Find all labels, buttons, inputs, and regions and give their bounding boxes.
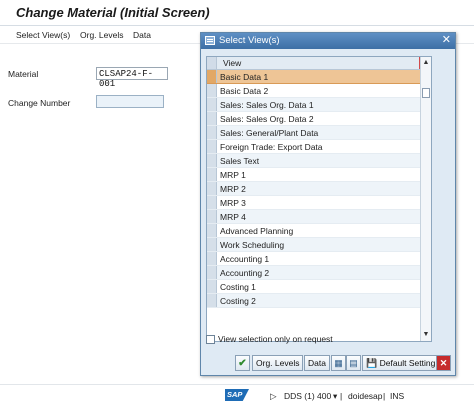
window-icon [205, 36, 215, 45]
cancel-button[interactable]: ✕ [436, 355, 451, 371]
table-row[interactable]: Costing 2 [207, 294, 431, 308]
menu-select-views[interactable]: Select View(s) [16, 30, 70, 40]
table-row[interactable]: Accounting 2 [207, 266, 431, 280]
row-select-box[interactable] [207, 266, 217, 279]
row-select-box[interactable] [207, 140, 217, 153]
play-icon[interactable]: ▷ [270, 391, 277, 402]
views-table: View Basic Data 1 Basic Data 2 Sales: Sale… [206, 56, 432, 342]
title-bar: Change Material (Initial Screen) [0, 0, 474, 26]
data-button[interactable]: Data [304, 355, 330, 371]
vertical-scrollbar[interactable]: ▲ ▼ [420, 57, 431, 341]
table-row[interactable]: Sales: Sales Org. Data 2 [207, 112, 431, 126]
table-body: Basic Data 1 Basic Data 2 Sales: Sales Org… [207, 70, 431, 308]
row-select-box[interactable] [207, 280, 217, 293]
system-dropdown-icon[interactable]: ▾ [333, 391, 337, 402]
status-bar: SAP ▷ DDS (1) 400 ▾ | doidesap | INS [0, 384, 474, 405]
scroll-thumb[interactable] [422, 88, 430, 98]
view-name: Basic Data 2 [220, 86, 269, 96]
view-name: Sales: Sales Org. Data 2 [220, 114, 314, 124]
dialog-title-bar: Select View(s) ✕ [201, 33, 455, 49]
menu-data[interactable]: Data [133, 30, 151, 40]
row-select-box[interactable] [207, 196, 217, 209]
table-row[interactable]: Work Scheduling [207, 238, 431, 252]
status-separator: | [383, 391, 386, 401]
view-name: Basic Data 1 [220, 72, 269, 82]
cancel-icon: ✕ [439, 358, 448, 368]
status-separator: | [340, 391, 343, 401]
view-name: Sales: General/Plant Data [220, 128, 319, 138]
dialog-button-bar: ✔ Org. Levels Data ▦ ▤ 💾 Default Setting… [235, 355, 457, 371]
table-row[interactable]: Sales: Sales Org. Data 1 [207, 98, 431, 112]
row-select-box[interactable] [207, 154, 217, 167]
input-mode: INS [390, 391, 405, 401]
close-icon[interactable]: ✕ [442, 34, 451, 47]
scroll-up-icon[interactable]: ▲ [421, 58, 431, 68]
change-number-label: Change Number [8, 98, 71, 108]
table-row[interactable]: MRP 2 [207, 182, 431, 196]
row-select-box[interactable] [207, 126, 217, 139]
view-name: MRP 2 [220, 184, 246, 194]
row-select-box[interactable] [207, 98, 217, 111]
table-row[interactable]: Foreign Trade: Export Data [207, 140, 431, 154]
material-input[interactable]: CLSAP24-F-001 [96, 67, 168, 89]
row-select-box[interactable] [207, 84, 217, 97]
row-select-box[interactable] [207, 112, 217, 125]
view-name: Foreign Trade: Export Data [220, 142, 323, 152]
ok-button[interactable]: ✔ [235, 355, 250, 371]
row-select-box[interactable] [207, 168, 217, 181]
table-row[interactable]: MRP 4 [207, 210, 431, 224]
dialog-title: Select View(s) [219, 35, 280, 46]
view-name: Work Scheduling [220, 240, 285, 250]
table-row[interactable]: Accounting 1 [207, 252, 431, 266]
server-name: doidesap [348, 391, 383, 401]
view-name: Accounting 1 [220, 254, 270, 264]
view-name: Sales: Sales Org. Data 1 [220, 100, 314, 110]
row-select-box[interactable] [207, 238, 217, 251]
column-header-view: View [223, 58, 242, 68]
select-views-dialog: Select View(s) ✕ View Basic Data 1 Basic … [200, 32, 456, 376]
view-selection-checkbox[interactable] [206, 335, 215, 344]
table-row[interactable]: Basic Data 2 [207, 84, 431, 98]
view-name: Costing 2 [220, 296, 256, 306]
table-row[interactable]: Sales: General/Plant Data [207, 126, 431, 140]
deselect-all-icon: ▤ [349, 358, 358, 368]
view-selection-label: View selection only on request [218, 334, 333, 344]
view-name: MRP 1 [220, 170, 246, 180]
row-select-box[interactable] [207, 252, 217, 265]
view-name: Sales Text [220, 156, 260, 166]
row-select-box[interactable] [207, 70, 217, 83]
table-row[interactable]: Costing 1 [207, 280, 431, 294]
select-all-icon: ▦ [334, 358, 343, 368]
view-name: Costing 1 [220, 282, 256, 292]
page-title: Change Material (Initial Screen) [16, 5, 210, 20]
table-row[interactable]: Advanced Planning [207, 224, 431, 238]
row-select-box[interactable] [207, 182, 217, 195]
table-row[interactable]: MRP 3 [207, 196, 431, 210]
deselect-all-button[interactable]: ▤ [346, 355, 361, 371]
system-info: DDS (1) 400 [284, 391, 332, 401]
checkmark-icon: ✔ [238, 358, 247, 369]
menu-org-levels[interactable]: Org. Levels [80, 30, 123, 40]
select-all-button[interactable]: ▦ [331, 355, 346, 371]
view-name: MRP 3 [220, 198, 246, 208]
row-select-box[interactable] [207, 224, 217, 237]
material-label: Material [8, 69, 39, 79]
default-setting-button[interactable]: 💾 Default Setting [362, 355, 440, 371]
view-name: Accounting 2 [220, 268, 270, 278]
table-row[interactable]: Basic Data 1 [207, 70, 431, 84]
table-row[interactable]: MRP 1 [207, 168, 431, 182]
sap-logo: SAP [225, 389, 249, 401]
change-number-input[interactable] [96, 95, 164, 108]
table-header: View [207, 57, 431, 70]
table-row[interactable]: Sales Text [207, 154, 431, 168]
view-name: MRP 4 [220, 212, 246, 222]
row-select-box[interactable] [207, 210, 217, 223]
save-icon: 💾 [366, 358, 378, 368]
default-setting-label: Default Setting [379, 358, 436, 368]
select-all-handle[interactable] [207, 57, 217, 69]
row-select-box[interactable] [207, 294, 217, 307]
view-name: Advanced Planning [220, 226, 294, 236]
org-levels-button[interactable]: Org. Levels [252, 355, 304, 371]
scroll-down-icon[interactable]: ▼ [421, 330, 431, 340]
